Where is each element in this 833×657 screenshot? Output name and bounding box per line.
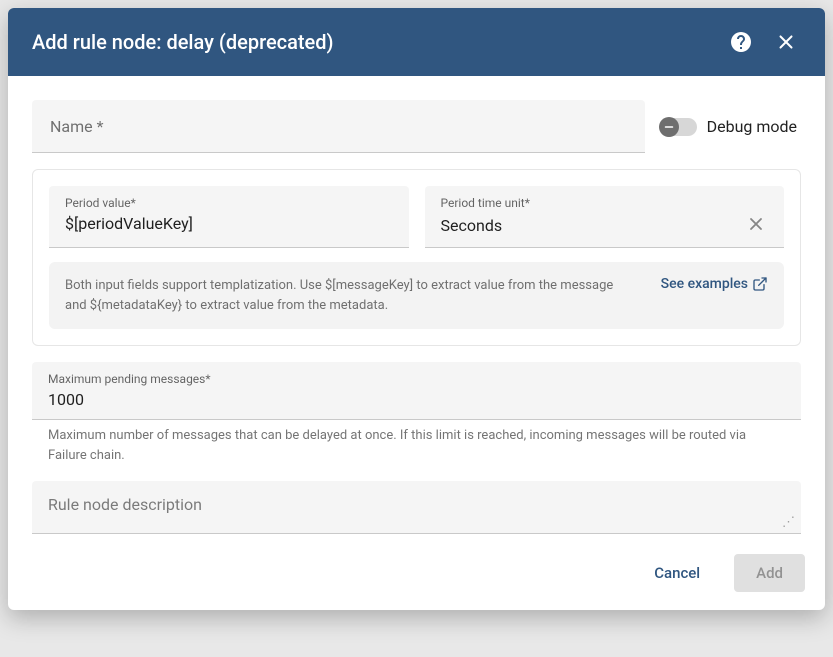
add-rule-node-dialog: Add rule node: delay (deprecated) Name *… <box>8 8 825 610</box>
see-examples-link[interactable]: See examples <box>661 276 768 292</box>
dialog-body: Name * Debug mode Period value* Period t… <box>8 76 825 542</box>
period-card: Period value* Period time unit* Both inp… <box>32 169 801 346</box>
period-unit-field[interactable]: Period time unit* <box>425 186 785 248</box>
minus-icon <box>659 117 679 137</box>
period-unit-label: Period time unit* <box>441 196 769 210</box>
max-pending-label: Maximum pending messages* <box>48 372 785 386</box>
period-unit-clear-button[interactable] <box>744 212 768 239</box>
debug-mode-wrap: Debug mode <box>661 117 801 136</box>
dialog-header: Add rule node: delay (deprecated) <box>8 8 825 76</box>
name-debug-row: Name * Debug mode <box>32 100 801 153</box>
period-value-label: Period value* <box>65 196 393 210</box>
name-field[interactable]: Name * <box>32 100 645 153</box>
resize-handle-icon: ⋰ <box>782 516 795 529</box>
debug-mode-label: Debug mode <box>707 117 797 136</box>
dialog-title: Add rule node: delay (deprecated) <box>32 30 711 54</box>
help-button[interactable] <box>725 26 757 58</box>
close-button[interactable] <box>771 27 801 57</box>
help-icon <box>729 30 753 54</box>
period-value-input[interactable] <box>65 212 393 235</box>
description-textarea[interactable] <box>48 495 785 515</box>
max-pending-input[interactable] <box>48 388 785 411</box>
max-pending-field[interactable]: Maximum pending messages* <box>32 362 801 420</box>
period-row: Period value* Period time unit* <box>49 186 784 248</box>
name-label: Name * <box>48 110 629 144</box>
description-field[interactable]: ⋰ <box>32 481 801 534</box>
templatization-hint: Both input fields support templatization… <box>49 262 784 329</box>
cancel-button[interactable]: Cancel <box>632 554 722 592</box>
close-icon <box>775 31 797 53</box>
templatization-hint-text: Both input fields support templatization… <box>65 276 637 315</box>
max-pending-help: Maximum number of messages that can be d… <box>32 424 801 465</box>
max-pending-section: Maximum pending messages* Maximum number… <box>32 362 801 465</box>
dialog-footer: Cancel Add <box>8 542 825 610</box>
add-button[interactable]: Add <box>734 554 805 592</box>
debug-mode-toggle[interactable] <box>661 118 697 136</box>
see-examples-label: See examples <box>661 276 748 292</box>
open-in-new-icon <box>752 276 768 292</box>
period-value-field[interactable]: Period value* <box>49 186 409 248</box>
period-unit-input[interactable] <box>441 214 737 237</box>
close-icon <box>746 214 766 234</box>
